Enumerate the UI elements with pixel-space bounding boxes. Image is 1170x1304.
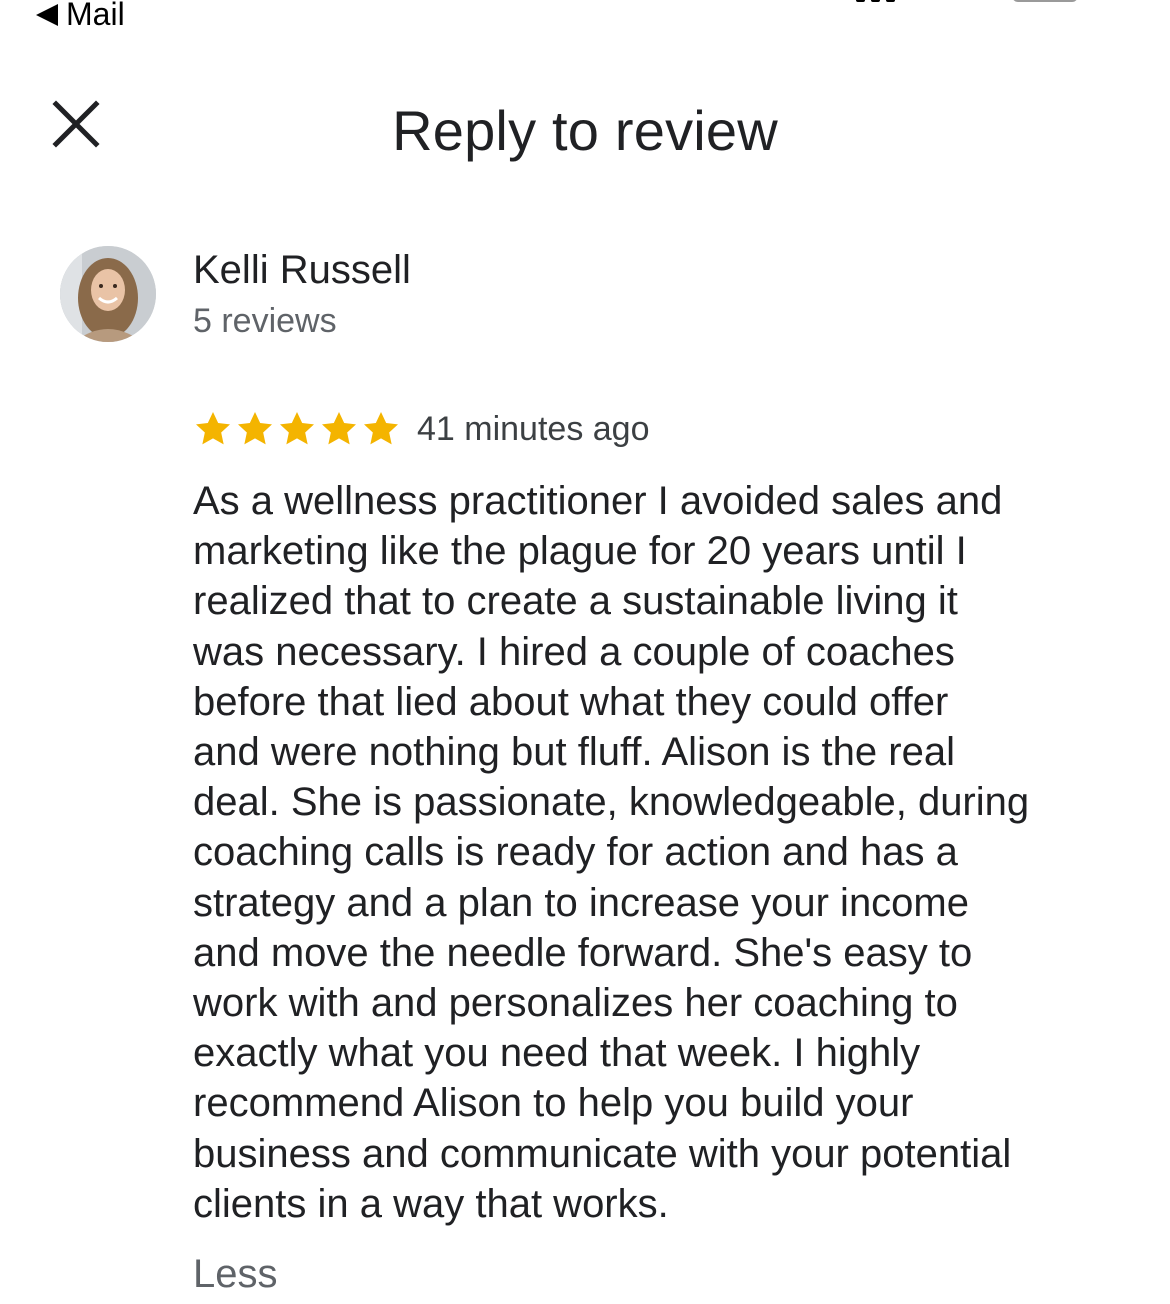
page-title: Reply to review — [392, 99, 778, 162]
signal-icon — [856, 0, 895, 2]
star-icon — [196, 412, 230, 445]
status-bar: Mail — [0, 0, 1170, 40]
header: Reply to review — [0, 60, 1170, 200]
star-icon — [364, 412, 398, 445]
reviewer-info: Kelli Russell 5 reviews — [60, 246, 1120, 346]
reviewer-review-count: 5 reviews — [193, 302, 337, 340]
avatar-photo-icon — [60, 246, 156, 342]
reviewer-name[interactable]: Kelli Russell — [193, 248, 411, 293]
star-icon — [238, 412, 272, 445]
star-icon — [322, 412, 356, 445]
less-button[interactable]: Less — [193, 1252, 278, 1297]
star-icon — [280, 412, 314, 445]
review-time: 41 minutes ago — [417, 409, 650, 448]
avatar[interactable] — [60, 246, 156, 342]
review-text: As a wellness practitioner I avoided sal… — [193, 479, 1030, 1226]
star-rating — [193, 409, 401, 449]
rating-row: 41 minutes ago — [193, 404, 650, 454]
back-app-label: Mail — [66, 0, 125, 32]
back-to-mail-button[interactable]: Mail — [36, 0, 125, 33]
reply-to-review-screen: Mail Reply to review Kelli Russell 5 rev… — [0, 0, 1170, 1304]
back-arrow-icon — [36, 3, 58, 26]
battery-icon — [1012, 0, 1078, 2]
